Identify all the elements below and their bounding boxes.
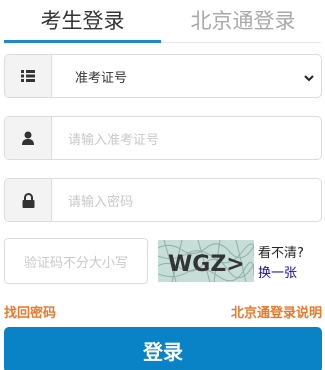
tab-candidate-login-label: 考生登录 [40,9,125,33]
user-icon [5,117,52,159]
captcha-text: WGZ> [168,252,245,277]
captcha-placeholder: 验证码不分大小写 [23,255,128,271]
captcha-input[interactable]: 验证码不分大小写 [4,238,148,284]
captcha-refresh-link[interactable]: 换一张 [258,262,297,281]
lock-icon [5,179,52,221]
captcha-image[interactable]: WGZ> [158,240,254,282]
id-type-select[interactable]: 准考证号 [4,54,322,98]
username-field[interactable]: 请输入准考证号 [4,116,322,160]
login-button-label: 登录 [143,339,183,364]
login-panel: 考生登录 北京通登录 准考证号 请输入准考证号 请输入密码 验证码不分大小写 W… [0,0,325,370]
username-input[interactable]: 请输入准考证号 [68,117,159,159]
password-field[interactable]: 请输入密码 [4,178,322,222]
active-tab-indicator [4,40,161,43]
tab-candidate-login[interactable]: 考生登录 [4,0,161,40]
captcha-unclear-label: 看不清? [258,246,304,261]
tab-beijingtong-login-label: 北京通登录 [190,9,296,33]
forgot-password-link[interactable]: 找回密码 [4,302,56,321]
password-input[interactable]: 请输入密码 [68,179,133,221]
beijingtong-help-link[interactable]: 北京通登录说明 [231,302,322,321]
tab-divider [161,42,321,43]
tab-beijingtong-login[interactable]: 北京通登录 [165,0,321,40]
login-button[interactable]: 登录 [4,327,322,370]
list-icon [5,55,52,97]
chevron-down-icon [303,69,315,88]
id-type-selected: 准考证号 [75,70,128,86]
